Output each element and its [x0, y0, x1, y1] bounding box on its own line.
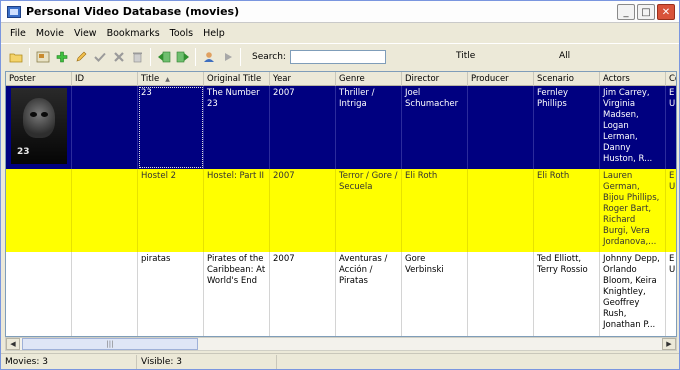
column-header-year[interactable]: Year: [270, 72, 336, 86]
search-scope-selector[interactable]: All: [559, 51, 570, 61]
toolbar-separator: [240, 47, 241, 66]
app-icon: [7, 5, 21, 18]
genre-cell: Thriller / Intriga: [336, 86, 402, 169]
toolbar-separator: [150, 47, 151, 66]
country-cell: E U: [666, 86, 676, 169]
menu-file[interactable]: File: [5, 28, 31, 39]
minimize-button[interactable]: _: [617, 4, 635, 20]
toolbar-separator: [29, 47, 30, 66]
window-controls: _ □ ✕: [617, 4, 675, 20]
column-header-actors[interactable]: Actors: [600, 72, 666, 86]
horizontal-scrollbar[interactable]: ◀ ||| ▶: [5, 337, 677, 351]
search-field-selector[interactable]: Title: [456, 51, 475, 61]
poster-cell: 23: [6, 86, 72, 169]
delete-icon[interactable]: [109, 47, 128, 67]
window-title: Personal Video Database (movies): [26, 5, 240, 18]
export-icon[interactable]: [173, 47, 192, 67]
original-title-cell: Hostel: Part II: [204, 169, 270, 252]
year-cell: 2007: [270, 252, 336, 336]
status-bar: Movies: 3 Visible: 3: [1, 353, 679, 369]
column-header-director[interactable]: Director: [402, 72, 468, 86]
open-folder-icon[interactable]: [7, 47, 26, 67]
column-header-id[interactable]: ID: [72, 72, 138, 86]
director-cell: Gore Verbinski: [402, 252, 468, 336]
year-cell: 2007: [270, 86, 336, 169]
close-button[interactable]: ✕: [657, 4, 675, 20]
scenario-cell: Eli Roth: [534, 169, 600, 252]
table-row[interactable]: piratas Pirates of the Caribbean: At Wor…: [6, 252, 676, 336]
trash-icon[interactable]: [128, 47, 147, 67]
search-input[interactable]: [289, 49, 386, 64]
scroll-right-button[interactable]: ▶: [662, 338, 676, 350]
title-cell: Hostel 2: [138, 169, 204, 252]
maximize-button[interactable]: □: [637, 4, 655, 20]
toolbar: Search:: [1, 43, 679, 69]
country-cell: E U: [666, 169, 676, 252]
sort-ascending-icon: ▲: [165, 76, 170, 83]
producer-cell: [468, 86, 534, 169]
producer-cell: [468, 169, 534, 252]
original-title-cell: The Number 23: [204, 86, 270, 169]
column-header-original-title[interactable]: Original Title: [204, 72, 270, 86]
panel-icon[interactable]: [33, 47, 52, 67]
search-label: Search:: [252, 51, 286, 62]
check-icon[interactable]: [90, 47, 109, 67]
app-window: Personal Video Database (movies) _ □ ✕ F…: [0, 0, 680, 370]
title-cell: piratas: [138, 252, 204, 336]
poster-image[interactable]: 23: [11, 88, 67, 164]
table-row[interactable]: Hostel 2 Hostel: Part II 2007 Terror / G…: [6, 169, 676, 252]
genre-cell: Aventuras / Acción / Piratas: [336, 252, 402, 336]
person-icon[interactable]: [199, 47, 218, 67]
country-cell: E U: [666, 252, 676, 336]
menu-help[interactable]: Help: [198, 28, 230, 39]
table-row[interactable]: 23 23 The Number 23 2007 Thriller / Intr…: [6, 86, 676, 169]
title-bar[interactable]: Personal Video Database (movies) _ □ ✕: [1, 1, 679, 23]
director-cell: Eli Roth: [402, 169, 468, 252]
actors-cell: Jim Carrey, Virginia Madsen, Logan Lerma…: [600, 86, 666, 169]
column-header-country[interactable]: Co: [666, 72, 676, 86]
title-cell[interactable]: 23: [138, 86, 204, 169]
status-visible-count: Visible: 3: [137, 354, 277, 369]
status-movies-count: Movies: 3: [1, 354, 137, 369]
poster-cell: [6, 169, 72, 252]
poster-cell: [6, 252, 72, 336]
scenario-cell: Fernley Phillips: [534, 86, 600, 169]
add-icon[interactable]: [52, 47, 71, 67]
menu-movie[interactable]: Movie: [31, 28, 69, 39]
poster-label: 23: [17, 147, 30, 157]
column-header-producer[interactable]: Producer: [468, 72, 534, 86]
id-cell: [72, 252, 138, 336]
table-header: Poster ID Title ▲ Original Title Year Gen…: [6, 72, 676, 86]
column-header-genre[interactable]: Genre: [336, 72, 402, 86]
menu-bar: File Movie View Bookmarks Tools Help: [1, 24, 679, 42]
toolbar-separator: [195, 47, 196, 66]
movie-table: Poster ID Title ▲ Original Title Year Gen…: [5, 71, 677, 337]
menu-bookmarks[interactable]: Bookmarks: [102, 28, 165, 39]
edit-pencil-icon[interactable]: [71, 47, 90, 67]
play-icon[interactable]: [218, 47, 237, 67]
id-cell: [72, 169, 138, 252]
column-header-poster[interactable]: Poster: [6, 72, 72, 86]
column-header-title[interactable]: Title ▲: [138, 72, 204, 86]
genre-cell: Terror / Gore / Secuela: [336, 169, 402, 252]
id-cell: [72, 86, 138, 169]
menu-tools[interactable]: Tools: [165, 28, 198, 39]
actors-cell: Lauren German, Bijou Phillips, Roger Bar…: [600, 169, 666, 252]
poster-face: [23, 98, 55, 138]
scrollbar-thumb[interactable]: |||: [22, 338, 198, 350]
original-title-cell: Pirates of the Caribbean: At World's End: [204, 252, 270, 336]
actors-cell: Johnny Depp, Orlando Bloom, Keira Knight…: [600, 252, 666, 336]
year-cell: 2007: [270, 169, 336, 252]
scenario-cell: Ted Elliott, Terry Rossio: [534, 252, 600, 336]
director-cell: Joel Schumacher: [402, 86, 468, 169]
producer-cell: [468, 252, 534, 336]
import-icon[interactable]: [154, 47, 173, 67]
menu-view[interactable]: View: [69, 28, 102, 39]
column-header-scenario[interactable]: Scenario: [534, 72, 600, 86]
scroll-left-button[interactable]: ◀: [6, 338, 20, 350]
